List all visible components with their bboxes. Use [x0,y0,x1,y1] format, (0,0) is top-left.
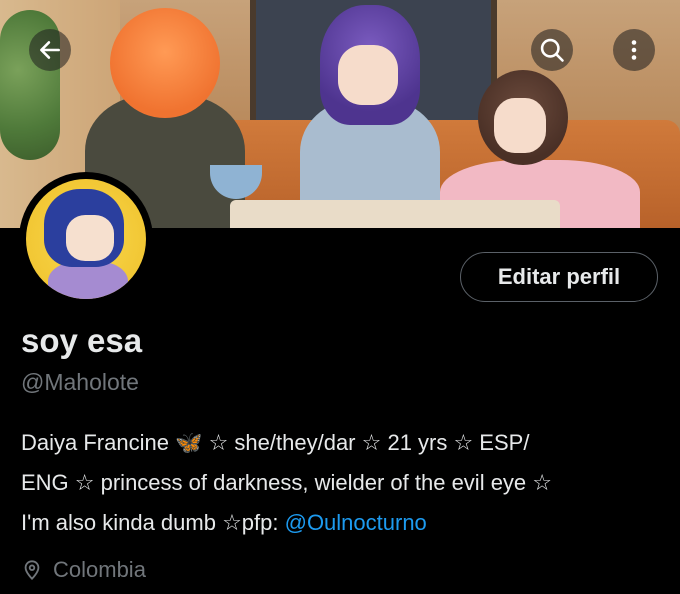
banner-character-1-hair [110,8,220,118]
bio-text-3: ENG ☆ princess of darkness, wielder of t… [21,470,552,495]
bio-text-1: Daiya Francine [21,430,176,455]
location: Colombia [21,557,146,583]
banner-character-2-face [338,45,398,105]
bio-text-2: ☆ she/they/dar ☆ 21 yrs ☆ ESP/ [202,430,530,455]
bio: Daiya Francine 🦋 ☆ she/they/dar ☆ 21 yrs… [21,423,661,543]
back-button[interactable] [29,29,71,71]
user-handle: @Maholote [21,369,139,395]
banner-character-3-face [494,98,546,153]
search-icon [540,38,564,62]
banner-table [230,200,560,228]
avatar-image [26,179,146,299]
display-name: soy esa [21,322,143,359]
butterfly-emoji: 🦋 [175,430,203,455]
search-button[interactable] [531,29,573,71]
location-text: Colombia [53,557,146,582]
more-options-button[interactable] [613,29,655,71]
mention-link[interactable]: @Oulnocturno [285,510,427,535]
location-pin-icon [24,560,40,581]
avatar[interactable] [19,172,153,306]
more-vertical-icon [631,40,637,60]
arrow-left-icon [40,41,60,59]
bio-text-4: I'm also kinda dumb ☆pfp: [21,510,285,535]
edit-profile-button[interactable]: Editar perfil [460,252,658,302]
avatar-face [66,215,114,261]
